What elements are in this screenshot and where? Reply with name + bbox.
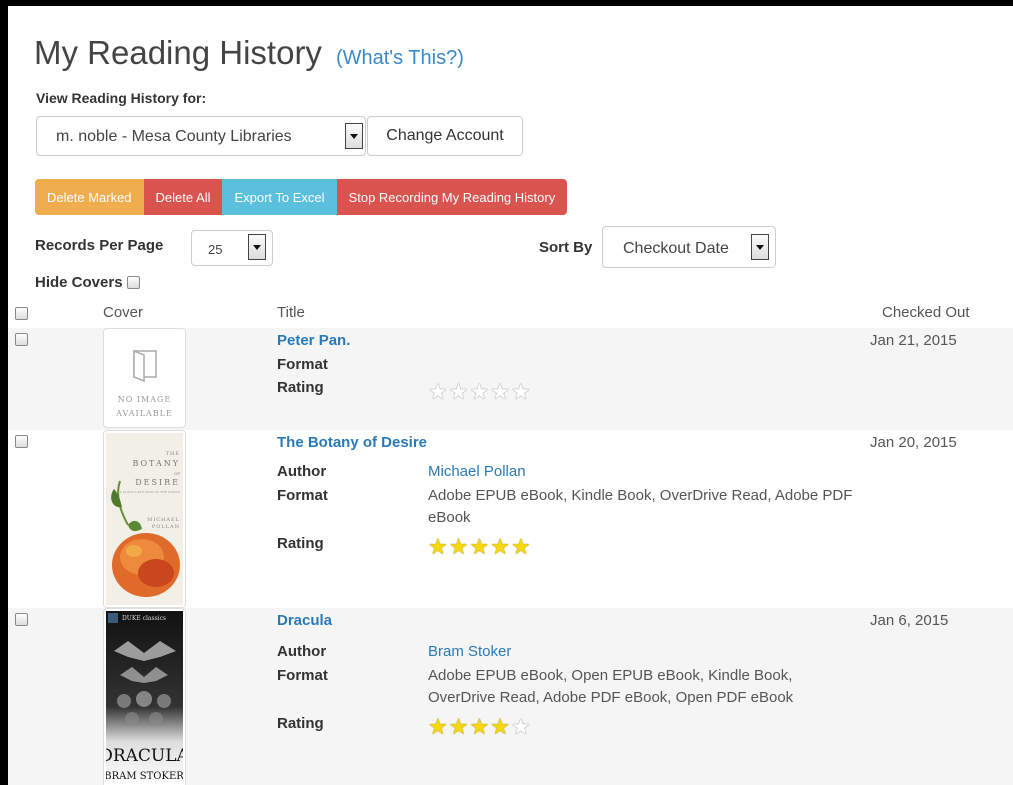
hide-covers-label: Hide Covers bbox=[35, 274, 123, 291]
whats-this-link[interactable]: (What's This?) bbox=[336, 47, 464, 70]
sort-by-label: Sort By bbox=[539, 239, 593, 256]
book-cover[interactable]: THE BOTANY OF DESIRE A PLANT'S-EYE VIEW … bbox=[103, 430, 186, 608]
star-icon[interactable]: ★ bbox=[449, 382, 469, 404]
header-checked-out: Checked Out bbox=[882, 304, 970, 321]
row-checkbox[interactable] bbox=[15, 435, 28, 448]
book-placeholder-icon bbox=[132, 349, 157, 383]
checked-out-date: Jan 6, 2015 bbox=[870, 612, 949, 629]
star-icon[interactable]: ★ bbox=[428, 382, 448, 404]
star-icon[interactable]: ★ bbox=[449, 717, 469, 739]
chevron-down-icon[interactable] bbox=[751, 234, 769, 260]
account-select-value: m. noble - Mesa County Libraries bbox=[56, 128, 292, 145]
author-link[interactable]: Bram Stoker bbox=[428, 641, 858, 663]
format-value: Adobe EPUB eBook, Open EPUB eBook, Kindl… bbox=[428, 667, 794, 706]
reading-history-page: My Reading History (What's This?) View R… bbox=[8, 6, 1013, 785]
author-label: Author bbox=[277, 463, 327, 480]
no-image-text-2: AVAILABLE bbox=[116, 409, 173, 418]
title-row: My Reading History (What's This?) bbox=[34, 34, 464, 72]
svg-text:THE: THE bbox=[166, 451, 180, 457]
svg-text:OF: OF bbox=[174, 471, 180, 476]
change-account-button[interactable]: Change Account bbox=[367, 116, 523, 156]
hide-covers-checkbox[interactable] bbox=[126, 276, 140, 289]
row-checkbox[interactable] bbox=[15, 613, 28, 626]
dracula-cover-image: DUKE classics DRACULA BRAM STOKER bbox=[104, 611, 185, 785]
svg-text:A PLANT'S-EYE VIEW OF THE WORL: A PLANT'S-EYE VIEW OF THE WORLD bbox=[119, 490, 181, 494]
table-row: DUKE classics DRACULA BRAM STOKER Dracul… bbox=[8, 608, 1013, 785]
rating-stars[interactable]: ★ ★ ★ ★ ★ bbox=[428, 717, 531, 739]
chevron-down-icon[interactable] bbox=[345, 123, 363, 149]
table-row: THE BOTANY OF DESIRE A PLANT'S-EYE VIEW … bbox=[8, 430, 1013, 608]
star-icon[interactable]: ★ bbox=[511, 382, 531, 404]
table-row: NO IMAGE AVAILABLE Peter Pan. Format Rat… bbox=[8, 328, 1013, 430]
format-label: Format bbox=[277, 487, 328, 504]
rating-stars[interactable]: ★ ★ ★ ★ ★ bbox=[428, 537, 531, 559]
header-cover: Cover bbox=[103, 304, 144, 321]
no-image-text-1: NO IMAGE bbox=[117, 395, 172, 404]
header-title: Title bbox=[277, 304, 305, 321]
records-per-page-value: 25 bbox=[208, 242, 223, 257]
no-image-placeholder: NO IMAGE AVAILABLE bbox=[106, 331, 183, 425]
book-cover[interactable]: DUKE classics DRACULA BRAM STOKER bbox=[103, 608, 186, 785]
format-label: Format bbox=[277, 356, 328, 373]
export-excel-button[interactable]: Export To Excel bbox=[222, 179, 337, 215]
star-icon[interactable]: ★ bbox=[449, 537, 469, 559]
book-title-link[interactable]: Peter Pan. bbox=[277, 332, 350, 349]
svg-text:MICHAEL: MICHAEL bbox=[147, 517, 180, 523]
svg-text:POLLAN: POLLAN bbox=[152, 524, 180, 530]
page-title: My Reading History bbox=[34, 34, 322, 71]
star-icon[interactable]: ★ bbox=[469, 537, 489, 559]
delete-all-button[interactable]: Delete All bbox=[143, 179, 223, 215]
star-icon[interactable]: ★ bbox=[469, 382, 489, 404]
botany-cover-image: THE BOTANY OF DESIRE A PLANT'S-EYE VIEW … bbox=[106, 433, 183, 605]
star-icon[interactable]: ★ bbox=[490, 717, 510, 739]
star-icon[interactable]: ★ bbox=[490, 537, 510, 559]
rating-label: Rating bbox=[277, 535, 324, 552]
checked-out-date: Jan 21, 2015 bbox=[870, 332, 957, 349]
chevron-down-icon[interactable] bbox=[248, 234, 266, 260]
star-icon[interactable]: ★ bbox=[511, 717, 531, 739]
rating-stars[interactable]: ★ ★ ★ ★ ★ bbox=[428, 382, 531, 404]
svg-text:DUKE classics: DUKE classics bbox=[122, 615, 166, 622]
format-value: Adobe EPUB eBook, Kindle Book, OverDrive… bbox=[428, 487, 853, 526]
star-icon[interactable]: ★ bbox=[469, 717, 489, 739]
hide-covers-option: Hide Covers bbox=[35, 274, 140, 291]
author-label: Author bbox=[277, 643, 327, 660]
format-label: Format bbox=[277, 667, 328, 684]
svg-text:BOTANY: BOTANY bbox=[132, 459, 180, 468]
book-title-link[interactable]: Dracula bbox=[277, 612, 332, 629]
book-title-link[interactable]: The Botany of Desire bbox=[277, 434, 427, 451]
svg-text:DRACULA: DRACULA bbox=[106, 746, 183, 766]
checked-out-date: Jan 20, 2015 bbox=[870, 434, 957, 451]
book-cover[interactable]: NO IMAGE AVAILABLE bbox=[103, 328, 186, 428]
records-per-page-select[interactable]: 25 bbox=[191, 230, 273, 266]
star-icon[interactable]: ★ bbox=[428, 717, 448, 739]
rating-label: Rating bbox=[277, 715, 324, 732]
sort-by-value: Checkout Date bbox=[623, 240, 729, 257]
star-icon[interactable]: ★ bbox=[511, 537, 531, 559]
svg-text:BRAM STOKER: BRAM STOKER bbox=[106, 771, 183, 782]
account-select[interactable]: m. noble - Mesa County Libraries bbox=[36, 116, 366, 156]
star-icon[interactable]: ★ bbox=[428, 537, 448, 559]
star-icon[interactable]: ★ bbox=[490, 382, 510, 404]
stop-recording-button[interactable]: Stop Recording My Reading History bbox=[336, 179, 568, 215]
action-button-group: Delete Marked Delete All Export To Excel… bbox=[35, 179, 568, 215]
sort-by-select[interactable]: Checkout Date bbox=[602, 226, 776, 268]
author-link[interactable]: Michael Pollan bbox=[428, 461, 858, 483]
view-history-label: View Reading History for: bbox=[36, 90, 207, 106]
row-checkbox[interactable] bbox=[15, 333, 28, 346]
delete-marked-button[interactable]: Delete Marked bbox=[35, 179, 144, 215]
svg-text:DESIRE: DESIRE bbox=[135, 478, 180, 487]
rating-label: Rating bbox=[277, 379, 324, 396]
select-all-checkbox[interactable] bbox=[15, 307, 28, 320]
records-per-page-label: Records Per Page bbox=[35, 237, 164, 254]
